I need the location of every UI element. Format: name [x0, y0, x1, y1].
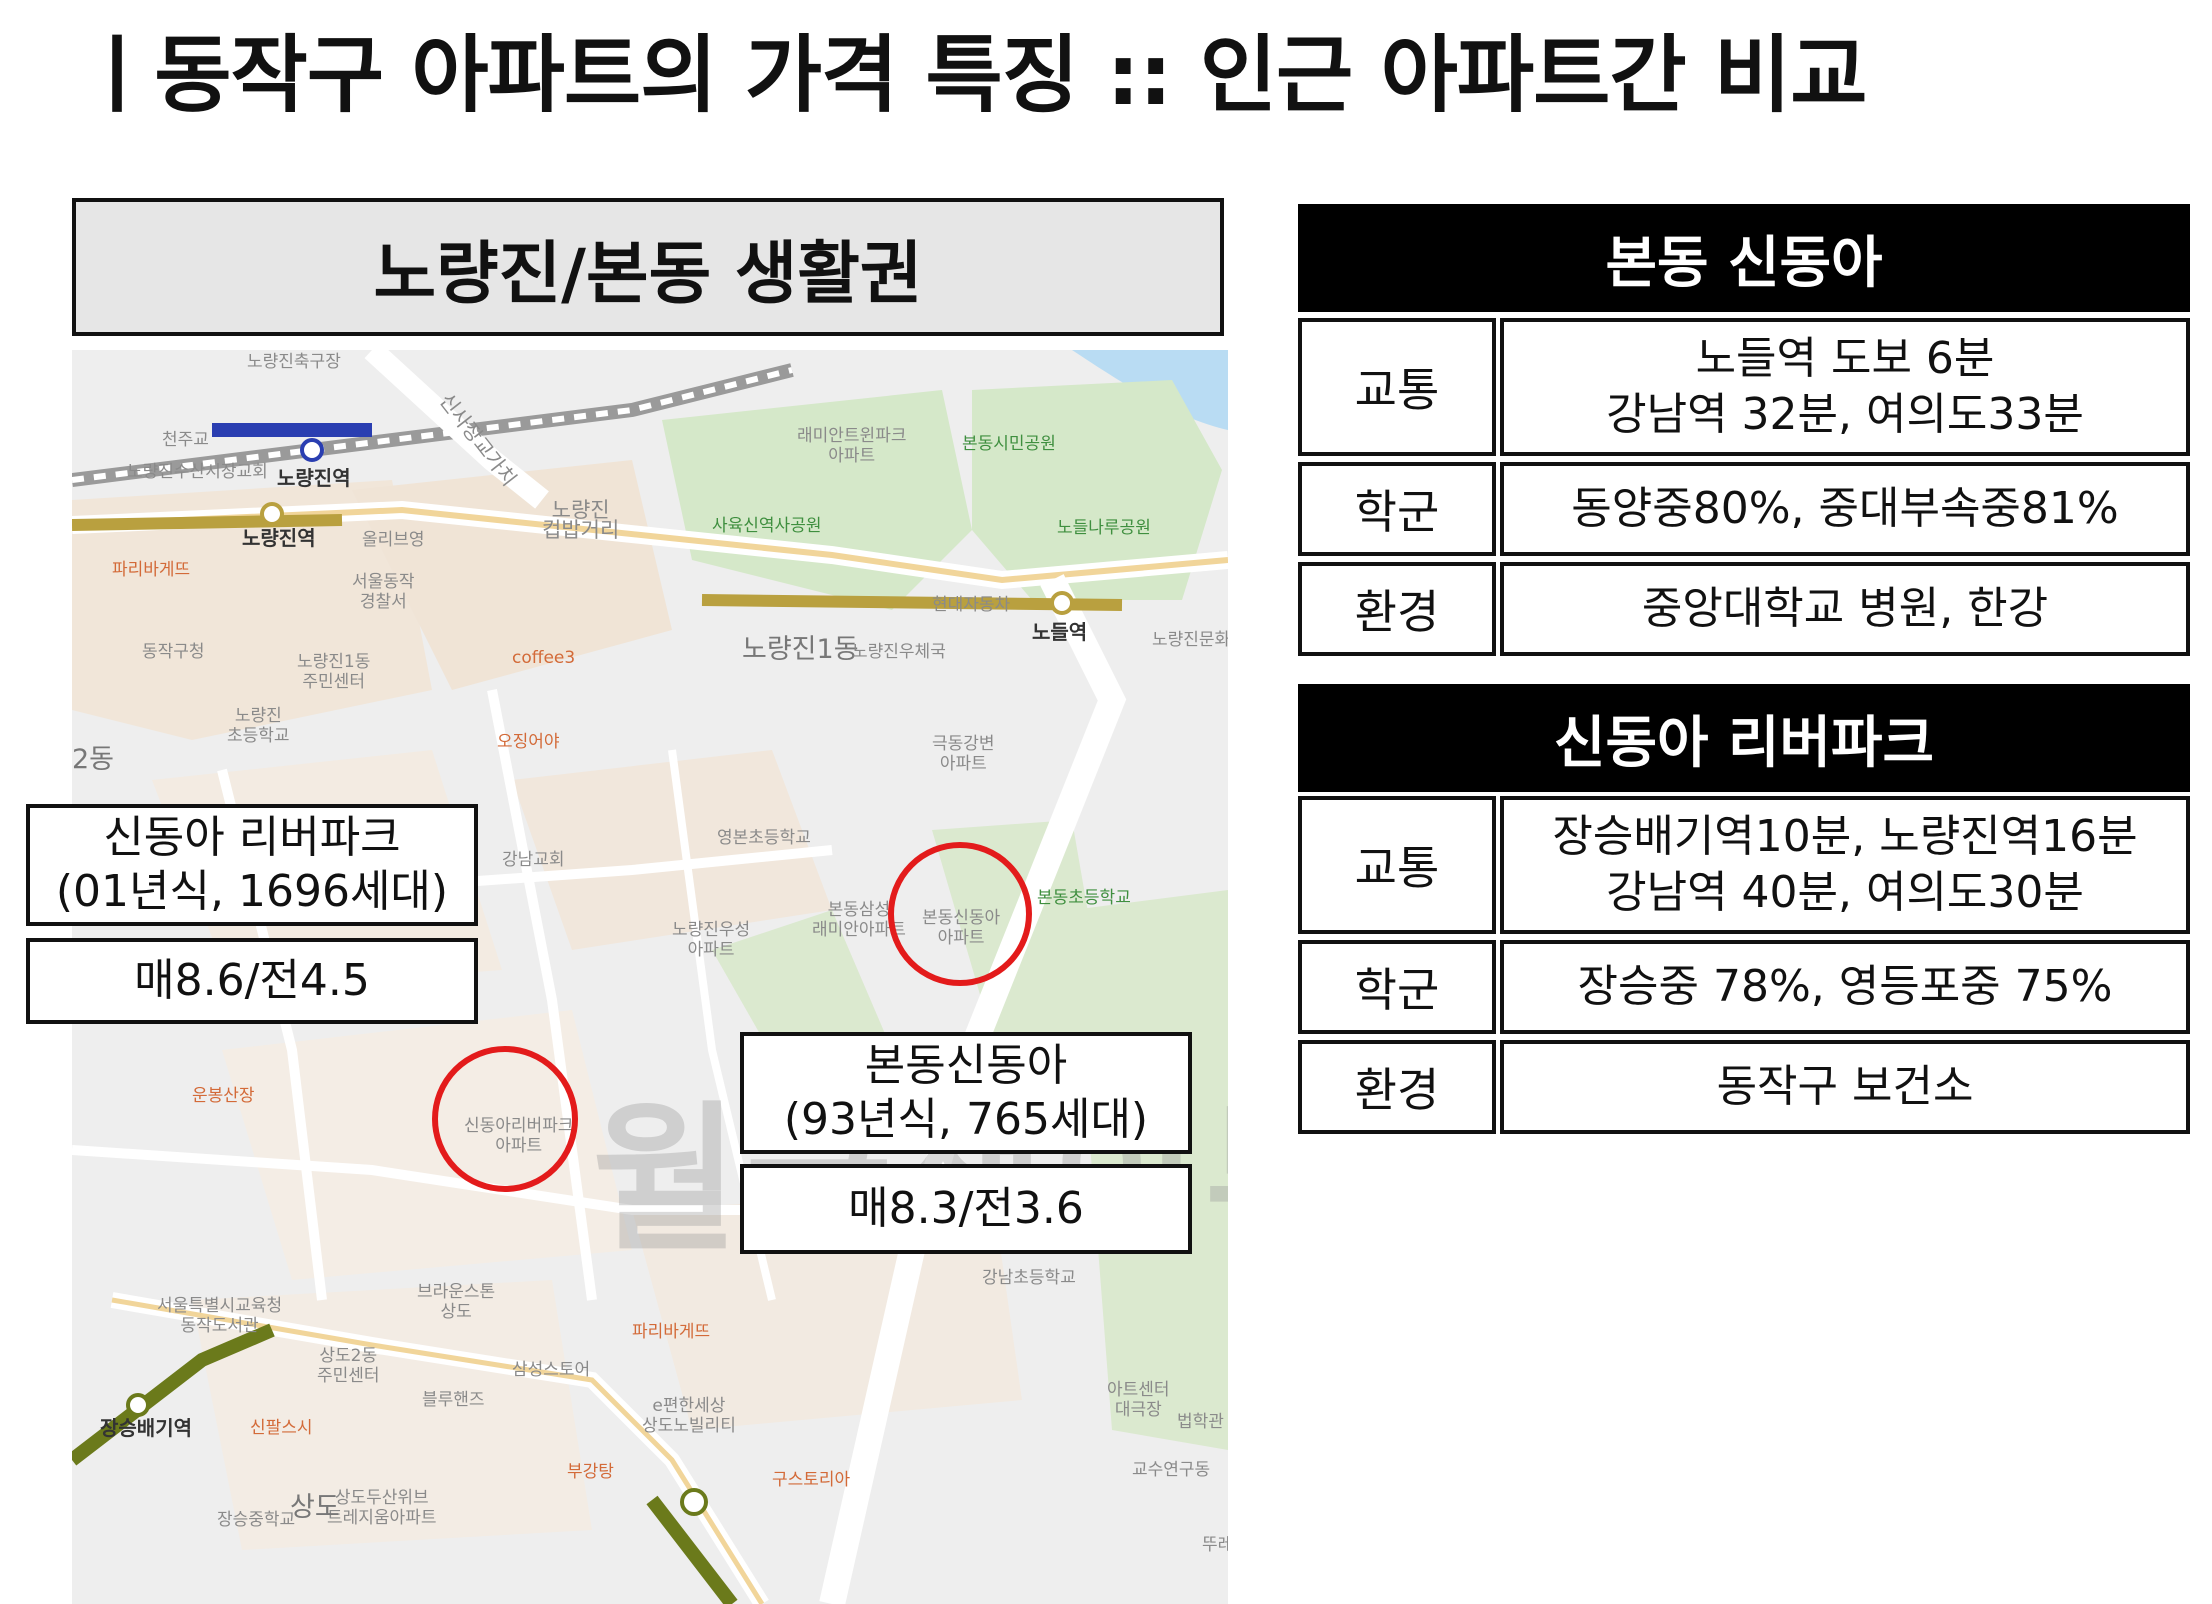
row-value: 동작구 보건소 [1500, 1040, 2190, 1134]
row-value: 중앙대학교 병원, 한강 [1500, 562, 2190, 656]
map-label: 천주교 [162, 430, 209, 450]
map-label: 상도두산위브 트레지움아파트 [327, 1488, 437, 1528]
map-label: 노량진우체국 [852, 642, 946, 662]
bondong-name-box: 본동신동아 (93년식, 765세대) [740, 1032, 1192, 1154]
map-label: 서울동작 경찰서 [352, 572, 415, 612]
map-label: 파리바게뜨 [632, 1322, 711, 1342]
map-label: 노량진역 [277, 466, 351, 490]
map-label: 노량진역 [242, 526, 316, 550]
map-label: 영본초등학교 [717, 828, 811, 848]
map-label: 노들나루공원 [1057, 518, 1151, 538]
row-line: 장승배기역10분, 노량진역16분 [1552, 811, 2138, 862]
map-label: 브라운스톤 상도 [417, 1282, 496, 1322]
row-value: 장승중 78%, 영등포중 75% [1500, 940, 2190, 1034]
map-label: coffee3 [512, 648, 576, 668]
map-label: 뚜레 [1202, 1535, 1228, 1555]
row-line: 동양중80%, 중대부속중81% [1571, 483, 2119, 534]
table-row: 학군 동양중80%, 중대부속중81% [1298, 462, 2190, 556]
table-row: 환경 동작구 보건소 [1298, 1040, 2190, 1134]
row-label: 교통 [1298, 318, 1496, 456]
map-label: 극동강변 아파트 [932, 734, 995, 774]
map-label: 삼성스토어 [512, 1360, 591, 1380]
row-line: 중앙대학교 병원, 한강 [1641, 583, 2049, 634]
map-label: 현대자동차 [932, 595, 1011, 615]
map-label: 올리브영 [362, 530, 425, 550]
bondong-price-box: 매8.3/전3.6 [740, 1164, 1192, 1254]
map-label: 파리바게뜨 [112, 560, 191, 580]
bondong-price: 매8.3/전3.6 [848, 1183, 1084, 1234]
row-label: 환경 [1298, 1040, 1496, 1134]
map-label: 노량진수산시장교회 [127, 462, 268, 482]
map-label: 오징어야 [497, 732, 560, 752]
table-row: 학군 장승중 78%, 영등포중 75% [1298, 940, 2190, 1034]
map-label: 장승중학교 [217, 1510, 296, 1530]
map-label: 블루핸즈 [422, 1390, 485, 1410]
map-label: 본동초등학교 [1037, 888, 1131, 908]
row-label: 교통 [1298, 796, 1496, 934]
riverpark-price: 매8.6/전4.5 [134, 955, 370, 1006]
map-label: 상도2동 주민센터 [317, 1346, 380, 1386]
map-label: 상도 [290, 1492, 340, 1523]
map-label: 노량진1동 [742, 634, 859, 665]
map-label: 부강탕 [567, 1462, 614, 1482]
table-row: 교통 장승배기역10분, 노량진역16분 강남역 40분, 여의도30분 [1298, 796, 2190, 934]
map-label: 노들역 [1032, 620, 1088, 644]
map-label: 노량진 컵밥거리 [542, 498, 620, 542]
riverpark-highlight [432, 1046, 578, 1192]
map-label: 노량진1동 주민센터 [297, 652, 371, 692]
map-label: 신팔스시 [250, 1418, 313, 1438]
map-label: 운봉산장 [192, 1086, 255, 1106]
map-label: 2동 [72, 744, 115, 775]
row-value: 동양중80%, 중대부속중81% [1500, 462, 2190, 556]
map-label: 노량진문화 [1152, 630, 1228, 650]
riverpark-info: (01년식, 1696세대) [55, 866, 449, 917]
map-label: 교수연구동 [1132, 1460, 1211, 1480]
map-label: 구스토리아 [772, 1470, 851, 1490]
row-label: 학군 [1298, 940, 1496, 1034]
bondong-sindonga-highlight [888, 842, 1032, 986]
row-line: 동작구 보건소 [1716, 1061, 1974, 1112]
row-line: 장승중 78%, 영등포중 75% [1577, 961, 2113, 1012]
bondong-name: 본동신동아 [864, 1040, 1068, 1091]
table-row: 교통 노들역 도보 6분 강남역 32분, 여의도33분 [1298, 318, 2190, 456]
map-label: 노량진축구장 [247, 352, 341, 372]
row-value: 노들역 도보 6분 강남역 32분, 여의도33분 [1500, 318, 2190, 456]
area-header: 노량진/본동 생활권 [72, 198, 1224, 336]
map-label: 사육신역사공원 [712, 516, 822, 536]
map-label: 장승배기역 [100, 1416, 192, 1440]
riverpark-price-box: 매8.6/전4.5 [26, 938, 478, 1024]
riverpark-name-box: 신동아 리버파크 (01년식, 1696세대) [26, 804, 478, 926]
map-label: 법학관 [1177, 1412, 1224, 1432]
section-header-bondong: 본동 신동아 [1298, 204, 2190, 312]
map-label: 동작구청 [142, 642, 205, 662]
section-header-riverpark: 신동아 리버파크 [1298, 684, 2190, 792]
map-label: 서울특별시교육청 동작도서관 [157, 1296, 283, 1336]
map-label: 노량진우성 아파트 [672, 920, 751, 960]
riverpark-name: 신동아 리버파크 [103, 812, 401, 863]
row-line: 노들역 도보 6분 [1695, 333, 1995, 384]
map-label: 아트센터 대극장 [1107, 1380, 1170, 1420]
map-label: e편한세상 상도노빌리티 [642, 1396, 736, 1436]
row-label: 환경 [1298, 562, 1496, 656]
bondong-info: (93년식, 765세대) [783, 1094, 1149, 1145]
row-value: 장승배기역10분, 노량진역16분 강남역 40분, 여의도30분 [1500, 796, 2190, 934]
row-line: 강남역 32분, 여의도33분 [1606, 389, 2084, 440]
page-title: ㅣ동작구 아파트의 가격 특징 :: 인근 아파트간 비교 [78, 26, 1867, 124]
map-label: 래미안트윈파크 아파트 [797, 426, 907, 466]
map-label: 본동시민공원 [962, 434, 1056, 454]
row-line: 강남역 40분, 여의도30분 [1606, 867, 2084, 918]
map-label: 강남교회 [502, 850, 565, 870]
row-label: 학군 [1298, 462, 1496, 556]
table-row: 환경 중앙대학교 병원, 한강 [1298, 562, 2190, 656]
map-label: 노량진 초등학교 [227, 706, 290, 746]
